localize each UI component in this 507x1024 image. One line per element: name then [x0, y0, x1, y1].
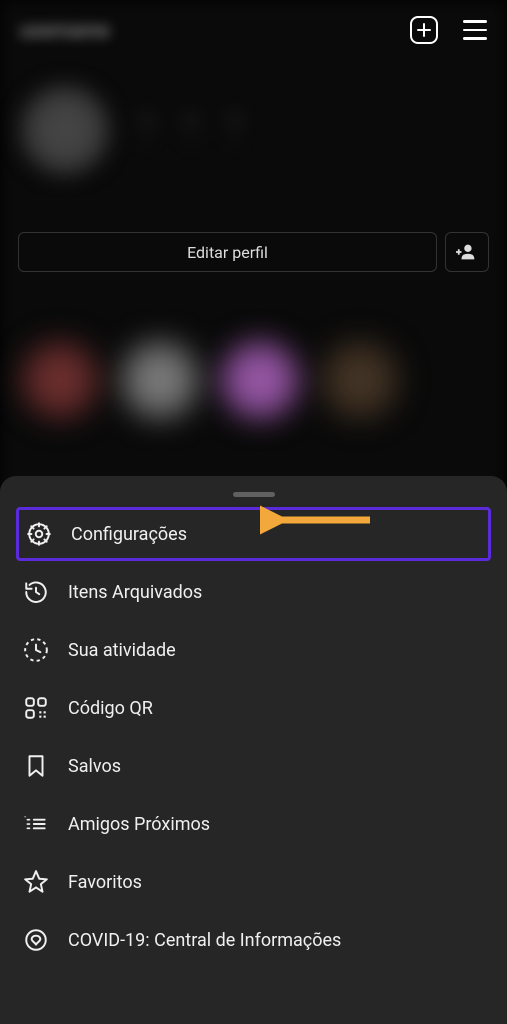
menu-label: Código QR	[68, 698, 153, 719]
menu-label: Itens Arquivados	[68, 582, 202, 603]
menu-item-covid[interactable]: COVID-19: Central de Informações	[16, 911, 491, 969]
menu-list: Configurações Itens Arquivados Sua ativi…	[0, 507, 507, 969]
drag-handle[interactable]	[233, 492, 275, 497]
menu-item-activity[interactable]: Sua atividade	[16, 621, 491, 679]
menu-label: Amigos Próximos	[68, 814, 210, 835]
menu-label: COVID-19: Central de Informações	[68, 930, 341, 951]
highlight-story	[220, 340, 300, 420]
header-actions	[410, 16, 487, 44]
menu-item-qr[interactable]: Código QR	[16, 679, 491, 737]
create-icon[interactable]	[410, 16, 438, 44]
menu-item-close-friends[interactable]: Amigos Próximos	[16, 795, 491, 853]
menu-item-favorites[interactable]: Favoritos	[16, 853, 491, 911]
close-friends-icon	[22, 810, 50, 838]
discover-people-button[interactable]	[445, 232, 489, 272]
menu-label: Configurações	[71, 524, 187, 545]
edit-profile-label: Editar perfil	[187, 243, 268, 262]
username-blurred: username	[20, 18, 109, 42]
hamburger-menu-icon[interactable]	[463, 20, 487, 40]
gear-icon	[25, 520, 53, 548]
highlights-blurred	[0, 340, 507, 420]
covid-icon	[22, 926, 50, 954]
avatar	[20, 85, 110, 175]
profile-header: username	[0, 0, 507, 60]
menu-bottom-sheet: Configurações Itens Arquivados Sua ativi…	[0, 476, 507, 1024]
menu-item-saved[interactable]: Salvos	[16, 737, 491, 795]
menu-item-settings[interactable]: Configurações	[16, 507, 491, 561]
highlight-story	[320, 340, 400, 420]
menu-label: Favoritos	[68, 872, 142, 893]
history-icon	[22, 578, 50, 606]
highlight-story	[120, 340, 200, 420]
add-person-icon	[456, 241, 478, 263]
highlight-story	[20, 340, 100, 420]
profile-info-blurred: —— —— ——	[0, 70, 507, 190]
edit-profile-row: Editar perfil	[18, 232, 489, 272]
edit-profile-button[interactable]: Editar perfil	[18, 232, 437, 272]
menu-label: Sua atividade	[68, 640, 176, 661]
qr-icon	[22, 694, 50, 722]
star-icon	[22, 868, 50, 896]
activity-icon	[22, 636, 50, 664]
menu-label: Salvos	[68, 756, 121, 777]
stats: —— —— ——	[140, 110, 487, 150]
menu-item-archive[interactable]: Itens Arquivados	[16, 563, 491, 621]
bookmark-icon	[22, 752, 50, 780]
